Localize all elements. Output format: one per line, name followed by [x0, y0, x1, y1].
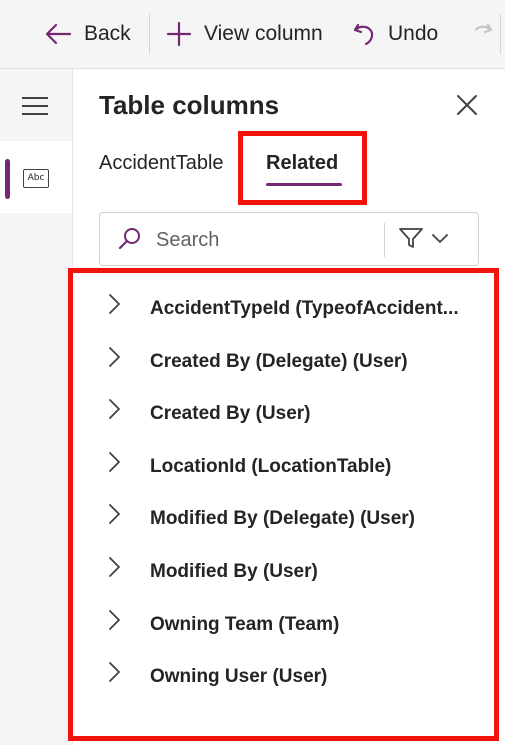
search-icon — [118, 227, 142, 251]
redo-button[interactable] — [470, 18, 492, 50]
list-item-label: Created By (User) — [150, 403, 311, 425]
panel-title: Table columns — [99, 90, 280, 120]
list-item-label: Modified By (User) — [150, 560, 318, 582]
back-button[interactable]: Back — [44, 18, 131, 50]
chevron-right-icon — [107, 451, 121, 473]
back-label: Back — [84, 22, 131, 45]
chevron-right-icon — [107, 346, 121, 368]
view-column-label: View column — [204, 22, 323, 45]
list-item-label: Created By (Delegate) (User) — [150, 350, 408, 372]
list-item[interactable]: Owning Team (Team) — [99, 596, 489, 649]
list-item[interactable]: Modified By (Delegate) (User) — [99, 490, 489, 543]
search-divider — [384, 223, 385, 257]
redo-icon — [470, 21, 492, 47]
toolbar-divider — [149, 14, 150, 54]
list-item[interactable]: Created By (Delegate) (User) — [99, 333, 489, 386]
chevron-right-icon — [107, 398, 121, 420]
list-item[interactable]: AccidentTypeId (TypeofAccident... — [99, 280, 489, 333]
undo-icon — [352, 21, 376, 47]
list-item[interactable]: Created By (User) — [99, 385, 489, 438]
back-arrow-icon — [44, 22, 72, 46]
chevron-down-icon — [432, 231, 448, 249]
view-column-button[interactable]: View column — [166, 18, 323, 50]
list-item-label: Owning User (User) — [150, 666, 328, 688]
list-item-label: Modified By (Delegate) (User) — [150, 508, 415, 530]
plus-icon — [166, 21, 192, 47]
command-bar: Back View column Undo — [0, 0, 505, 69]
search-box — [99, 212, 479, 266]
list-item[interactable]: LocationId (LocationTable) — [99, 438, 489, 491]
toolbar-divider — [500, 14, 501, 54]
undo-button[interactable]: Undo — [352, 18, 438, 50]
chevron-right-icon — [107, 609, 121, 631]
filter-dropdown-button[interactable] — [398, 223, 462, 257]
list-item[interactable]: Owning User (User) — [99, 648, 489, 701]
chevron-right-icon — [107, 661, 121, 683]
chevron-right-icon — [107, 503, 121, 525]
left-rail: Abc — [0, 69, 73, 745]
highlight-box-related-tab — [238, 131, 367, 205]
tab-accidenttable[interactable]: AccidentTable — [99, 152, 224, 175]
chevron-right-icon — [107, 293, 121, 315]
list-item[interactable]: Modified By (User) — [99, 543, 489, 596]
active-indicator — [5, 159, 10, 199]
search-input[interactable] — [154, 225, 378, 255]
rail-item-text-columns[interactable]: Abc — [0, 141, 72, 213]
app-frame: Back View column Undo Abc Table columns … — [0, 0, 505, 745]
close-icon[interactable] — [456, 94, 478, 116]
chevron-right-icon — [107, 556, 121, 578]
list-item-label: AccidentTypeId (TypeofAccident... — [150, 298, 459, 319]
list-item-label: LocationId (LocationTable) — [150, 455, 392, 477]
text-field-icon: Abc — [23, 169, 49, 188]
filter-icon — [398, 226, 424, 255]
undo-label: Undo — [388, 22, 439, 45]
list-item-label: Owning Team (Team) — [150, 613, 340, 635]
hamburger-menu-icon[interactable] — [22, 97, 48, 117]
related-tables-list: AccidentTypeId (TypeofAccident... Create… — [99, 280, 489, 701]
